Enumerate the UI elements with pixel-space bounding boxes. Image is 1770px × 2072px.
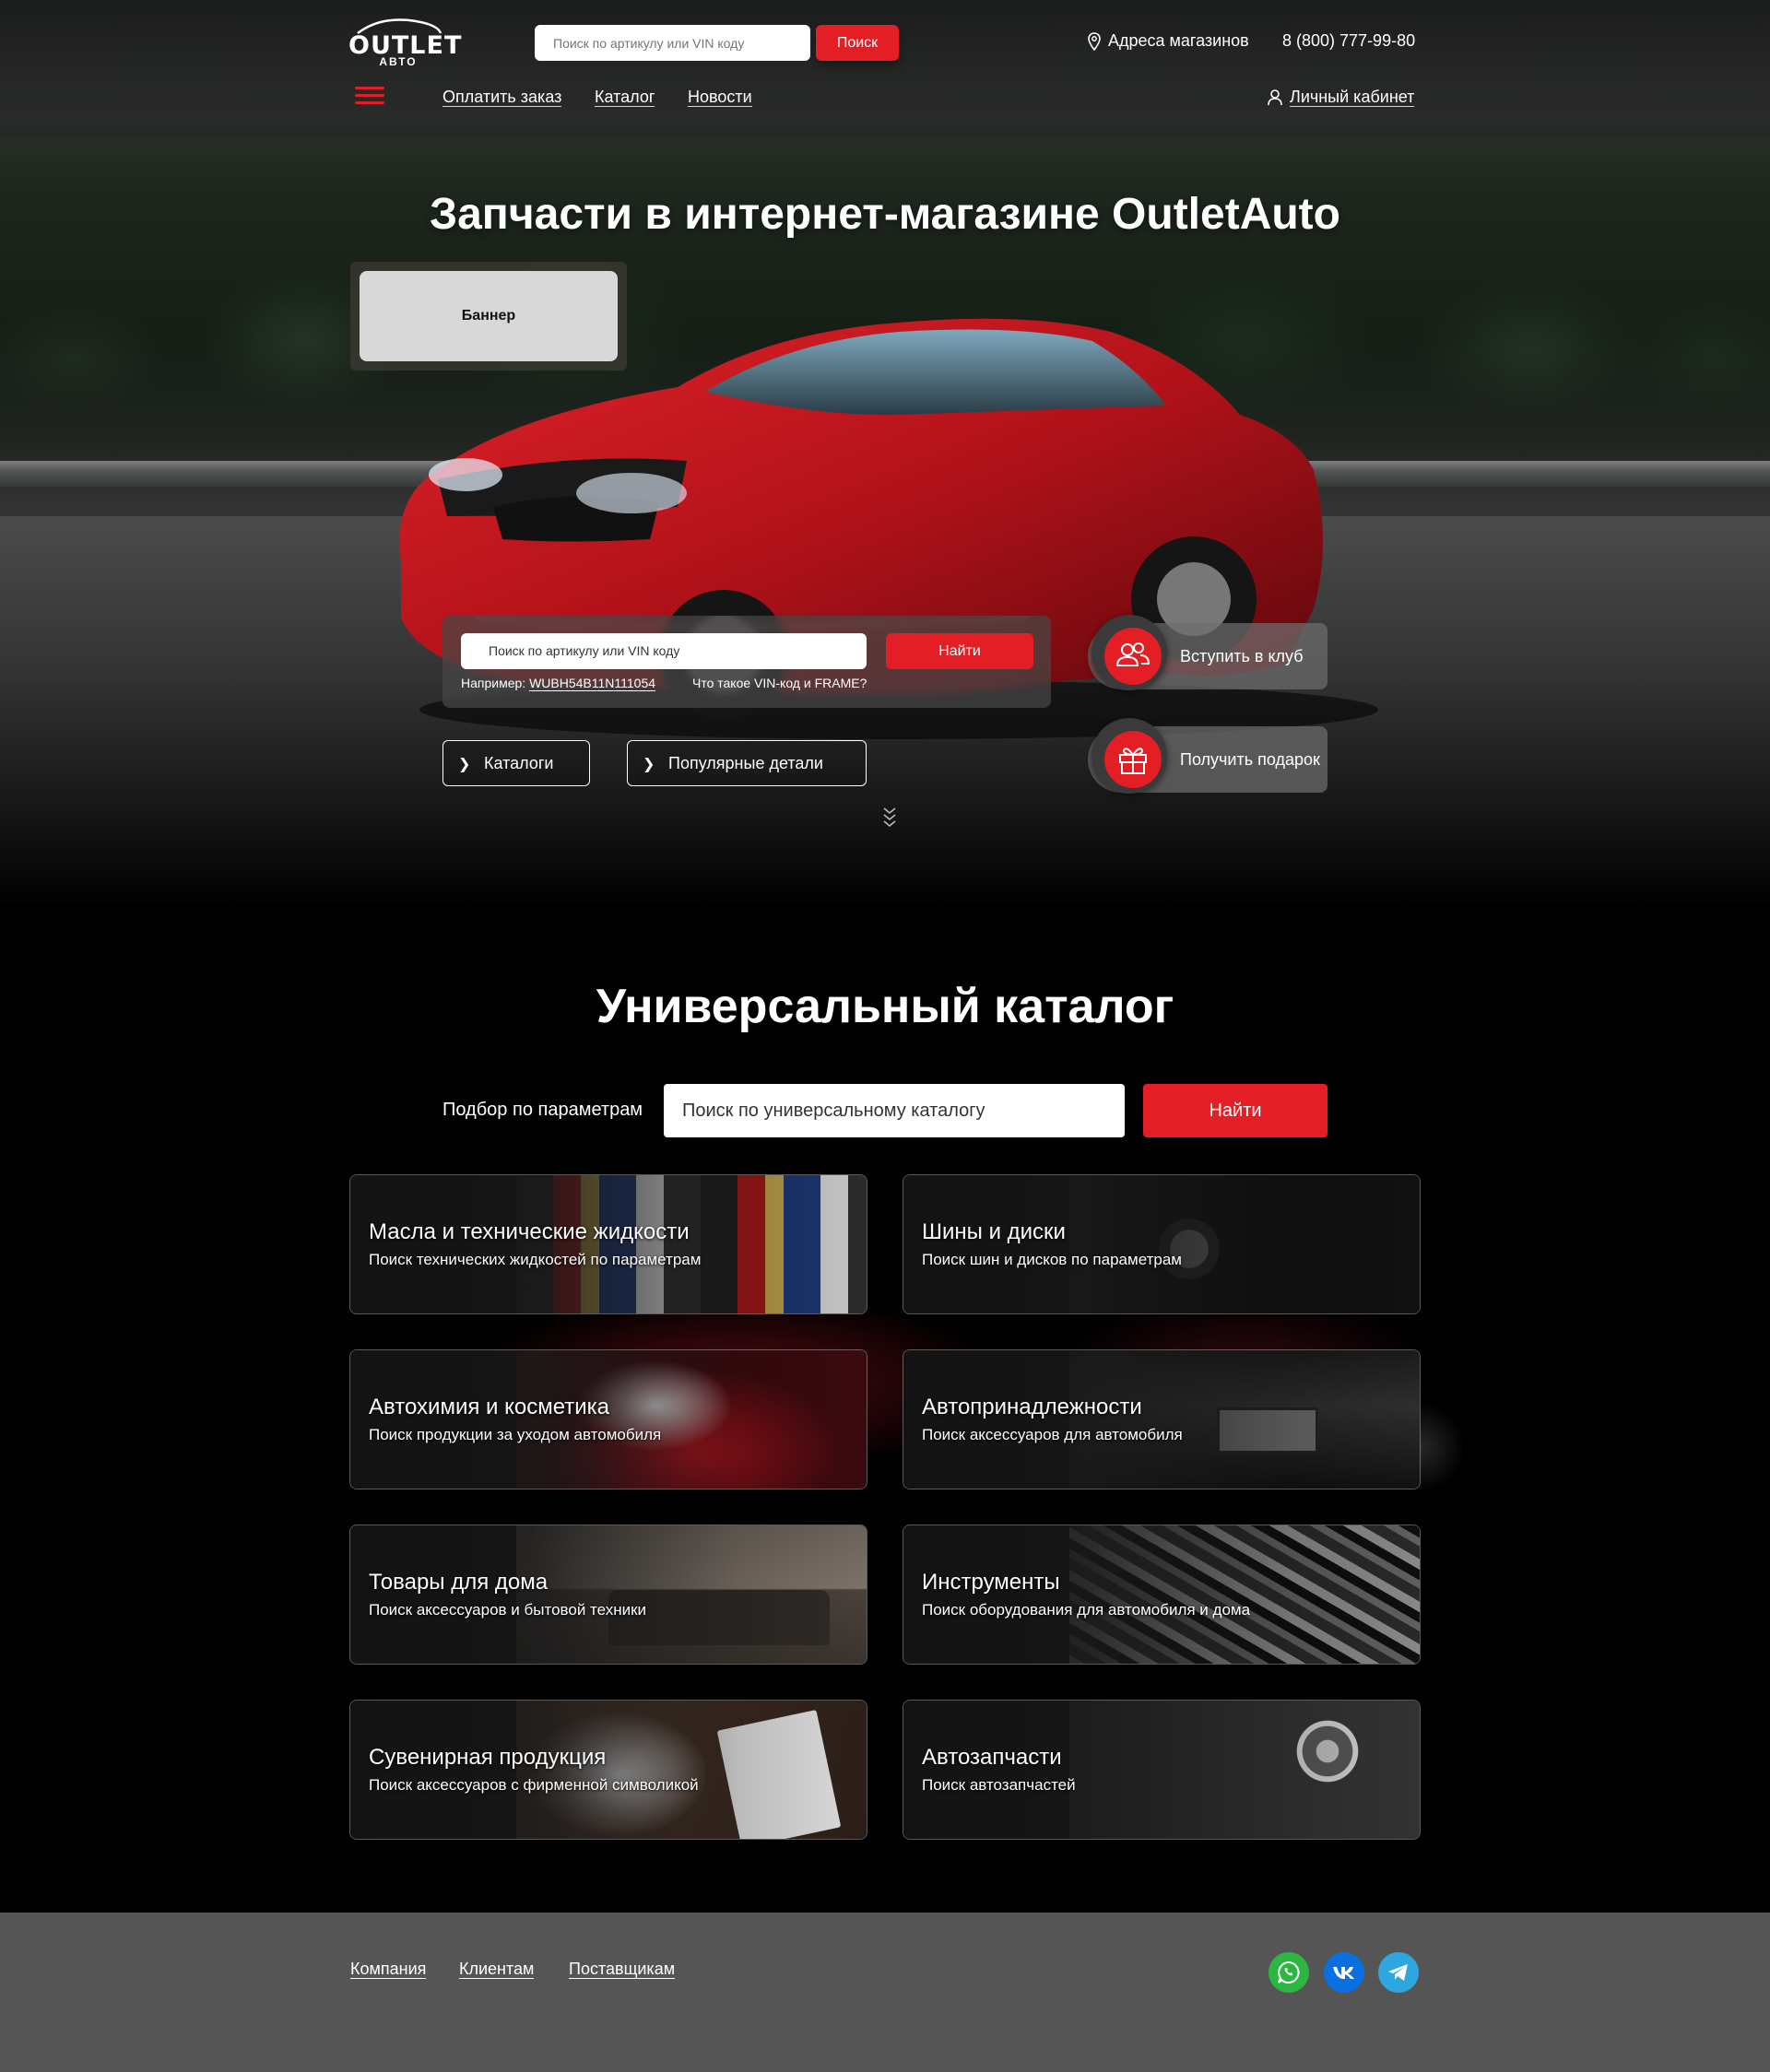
gift-icon bbox=[1119, 748, 1147, 774]
menu-burger-icon[interactable] bbox=[355, 87, 384, 105]
catalog-card-souvenirs[interactable]: Сувенирная продукция Поиск аксессуаров с… bbox=[349, 1700, 867, 1840]
card-title: Масла и технические жидкости bbox=[369, 1219, 690, 1244]
popular-parts-button-label: Популярные детали bbox=[668, 753, 823, 772]
card-title: Автопринадлежности bbox=[922, 1395, 1142, 1419]
vin-example-label: Например: bbox=[461, 676, 526, 690]
gift-icon-circle bbox=[1092, 718, 1167, 794]
logo[interactable]: OUTLET АВТО bbox=[348, 18, 461, 68]
card-title: Автозапчасти bbox=[922, 1745, 1062, 1770]
hero-title: Запчасти в интернет-магазине OutletAuto bbox=[430, 190, 1340, 239]
card-subtitle: Поиск технических жидкостей по параметра… bbox=[369, 1251, 702, 1268]
hero-section: OUTLET АВТО Поиск Адреса магазинов 8 (80… bbox=[0, 0, 1770, 908]
stores-link[interactable]: Адреса магазинов bbox=[1088, 31, 1249, 51]
param-search-label: Подбор по параметрам bbox=[442, 1100, 643, 1120]
footer-link-clients[interactable]: Клиентам bbox=[459, 1960, 535, 1979]
join-club-label: Вступить в клуб bbox=[1180, 646, 1304, 665]
catalog-card-oils[interactable]: Масла и технические жидкости Поиск техни… bbox=[349, 1174, 867, 1314]
card-subtitle: Поиск оборудования для автомобиля и дома bbox=[922, 1601, 1251, 1619]
nav-catalog[interactable]: Каталог bbox=[595, 88, 655, 107]
card-title: Товары для дома bbox=[369, 1570, 549, 1595]
promo-banner[interactable]: Баннер bbox=[360, 271, 618, 361]
stores-label: Адреса магазинов bbox=[1108, 31, 1249, 50]
logo-subtext: АВТО bbox=[379, 55, 418, 68]
card-subtitle: Поиск аксессуаров и бытовой техники bbox=[369, 1601, 647, 1619]
card-subtitle: Поиск шин и дисков по параметрам bbox=[922, 1251, 1182, 1268]
catalog-card-accessories[interactable]: Автопринадлежности Поиск аксессуаров для… bbox=[903, 1349, 1421, 1489]
card-title: Сувенирная продукция bbox=[369, 1745, 607, 1770]
catalog-card-home[interactable]: Товары для дома Поиск аксессуаров и быто… bbox=[349, 1525, 867, 1665]
card-title: Шины и диски bbox=[922, 1219, 1066, 1244]
telegram-icon[interactable] bbox=[1378, 1952, 1419, 1993]
card-subtitle: Поиск аксессуаров для автомобиля bbox=[922, 1426, 1183, 1443]
catalog-card-tools[interactable]: Инструменты Поиск оборудования для автом… bbox=[903, 1525, 1421, 1665]
catalogs-button-label: Каталоги bbox=[484, 753, 554, 772]
header-search-button[interactable]: Поиск bbox=[816, 25, 899, 61]
catalogs-button[interactable]: ❯ Каталоги bbox=[442, 740, 590, 786]
header-search-input[interactable] bbox=[535, 25, 810, 61]
whatsapp-icon[interactable] bbox=[1268, 1952, 1309, 1993]
users-icon bbox=[1115, 642, 1150, 666]
popular-parts-button[interactable]: ❯ Популярные детали bbox=[627, 740, 867, 786]
catalog-card-parts[interactable]: Автозапчасти Поиск автозапчастей bbox=[903, 1700, 1421, 1840]
user-icon bbox=[1268, 88, 1282, 105]
nav-pay-order[interactable]: Оплатить заказ bbox=[442, 88, 562, 107]
footer-link-suppliers[interactable]: Поставщикам bbox=[569, 1960, 676, 1979]
vin-search-button[interactable]: Найти bbox=[886, 633, 1033, 669]
vin-search-input[interactable]: Поиск по артикулу или VIN коду bbox=[461, 633, 867, 669]
card-title: Автохимия и косметика bbox=[369, 1395, 610, 1419]
catalog-card-tires[interactable]: Шины и диски Поиск шин и дисков по парам… bbox=[903, 1174, 1421, 1314]
personal-cabinet-label: Личный кабинет bbox=[1290, 88, 1415, 107]
vin-help-link[interactable]: Что такое VIN-код и FRAME? bbox=[692, 676, 867, 690]
card-subtitle: Поиск аксессуаров с фирменной символикой bbox=[369, 1776, 699, 1794]
catalog-card-chemistry[interactable]: Автохимия и косметика Поиск продукции за… bbox=[349, 1349, 867, 1489]
chevron-right-icon: ❯ bbox=[458, 757, 471, 772]
get-gift-label: Получить подарок bbox=[1180, 749, 1320, 769]
vk-icon[interactable] bbox=[1324, 1952, 1364, 1993]
vin-example: Например: WUBH54B11N111054 bbox=[461, 676, 656, 691]
chevron-right-icon: ❯ bbox=[643, 757, 655, 772]
catalog-search-button[interactable]: Найти bbox=[1143, 1084, 1328, 1137]
card-subtitle: Поиск продукции за уходом автомобиля bbox=[369, 1426, 662, 1443]
catalog-title: Универсальный каталог bbox=[596, 980, 1174, 1033]
personal-cabinet-link[interactable]: Личный кабинет bbox=[1268, 88, 1415, 107]
phone-number[interactable]: 8 (800) 777-99-80 bbox=[1282, 31, 1415, 51]
get-gift-button[interactable]: Получить подарок bbox=[1088, 718, 1328, 794]
catalog-search-input[interactable]: Поиск по универсальному каталогу bbox=[664, 1084, 1125, 1137]
card-title: Инструменты bbox=[922, 1570, 1060, 1595]
scroll-down-icon[interactable] bbox=[880, 806, 899, 828]
footer-link-company[interactable]: Компания bbox=[350, 1960, 427, 1979]
join-club-button[interactable]: Вступить в клуб bbox=[1088, 615, 1328, 690]
vin-example-value[interactable]: WUBH54B11N111054 bbox=[529, 676, 656, 691]
footer bbox=[0, 1913, 1770, 2072]
card-subtitle: Поиск автозапчастей bbox=[922, 1776, 1076, 1794]
club-icon-circle bbox=[1092, 615, 1167, 690]
location-pin-icon bbox=[1088, 31, 1101, 51]
nav-news[interactable]: Новости bbox=[688, 88, 752, 107]
